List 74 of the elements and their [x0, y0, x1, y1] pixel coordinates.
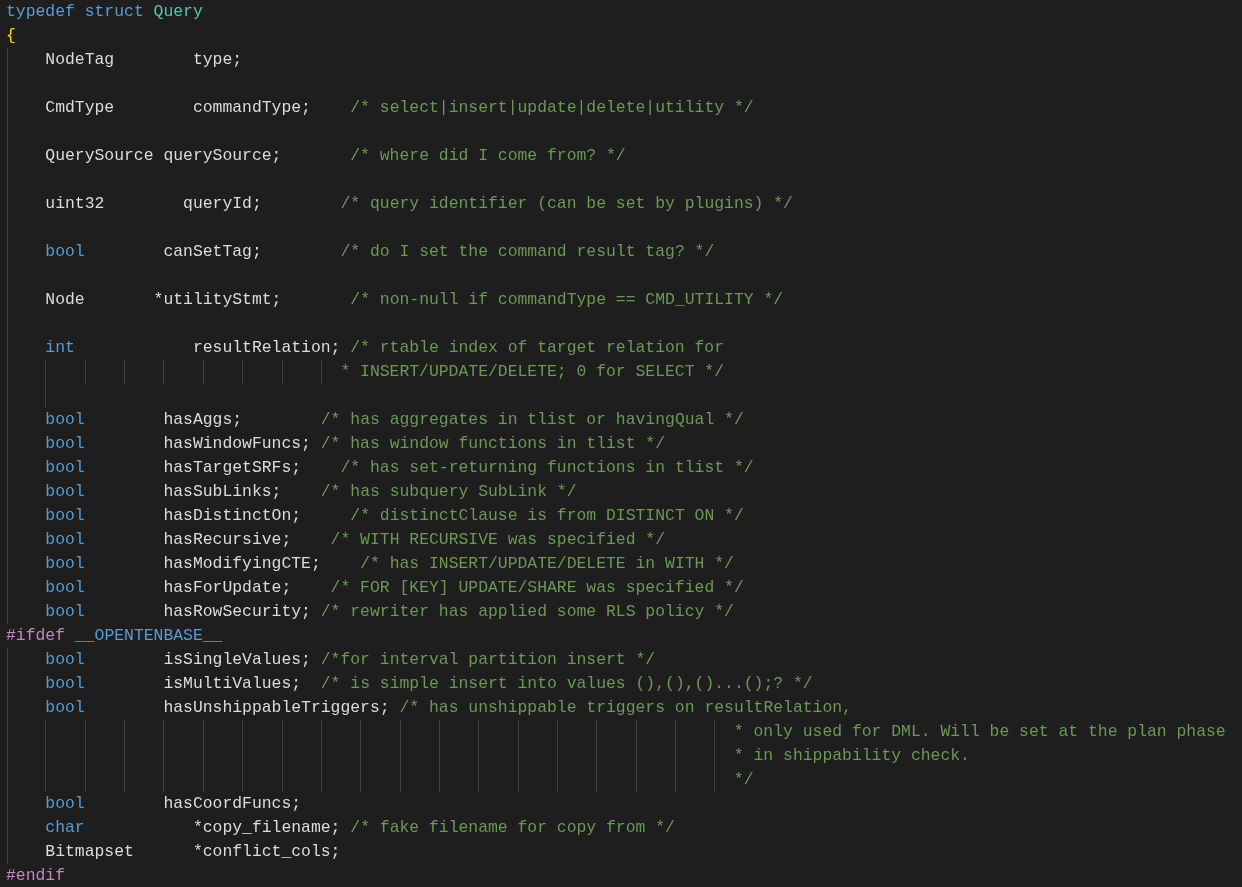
- code-comment: /* rewriter has applied some RLS policy */: [319, 602, 734, 621]
- type-name: Query: [152, 2, 203, 21]
- keyword: bool: [44, 242, 85, 261]
- identifier: queryId;: [182, 194, 262, 213]
- code-comment: /* do I set the command result tag? */: [339, 242, 715, 261]
- identifier: hasRowSecurity;: [162, 602, 311, 621]
- code-comment: /* has window functions in tlist */: [319, 434, 666, 453]
- keyword: bool: [44, 458, 85, 477]
- code-comment: /* distinctClause is from DISTINCT ON */: [349, 506, 744, 525]
- identifier: Bitmapset: [44, 842, 134, 861]
- identifier: hasTargetSRFs;: [162, 458, 302, 477]
- code-comment: * in shippability check.: [732, 746, 970, 765]
- keyword: bool: [44, 674, 85, 693]
- identifier: resultRelation;: [191, 338, 341, 357]
- code-comment: /* where did I come from? */: [349, 146, 626, 165]
- identifier: *copy_filename;: [191, 818, 341, 837]
- keyword: char: [44, 818, 85, 837]
- code-comment: */: [732, 770, 754, 789]
- identifier: hasUnshippableTriggers;: [162, 698, 390, 717]
- code-comment: * only used for DML. Will be set at the plan phase: [732, 722, 1226, 741]
- identifier: hasCoordFuncs;: [162, 794, 302, 813]
- code-comment: /* non-null if commandType == CMD_UTILITY */: [349, 290, 784, 309]
- identifier: hasWindowFuncs;: [162, 434, 311, 453]
- code-comment: /* has INSERT/UPDATE/DELETE in WITH */: [359, 554, 734, 573]
- identifier: querySource;: [162, 146, 282, 165]
- preprocessor-directive: #ifdef: [6, 626, 66, 645]
- code-comment: /* is simple insert into values (),(),()...();? */: [319, 674, 813, 693]
- keyword: bool: [44, 506, 85, 525]
- identifier: isMultiValues;: [162, 674, 302, 693]
- keyword: bool: [44, 410, 85, 429]
- keyword: bool: [44, 650, 85, 669]
- keyword: typedef: [6, 2, 75, 21]
- identifier: QuerySource: [44, 146, 154, 165]
- brace: {: [6, 26, 16, 45]
- identifier: hasAggs;: [162, 410, 243, 429]
- identifier: CmdType: [44, 98, 115, 117]
- code-comment: /* query identifier (can be set by plugins) */: [339, 194, 793, 213]
- code-comment: /* WITH RECURSIVE was specified */: [329, 530, 666, 549]
- code-comment: /* has unshippable triggers on resultRelation,: [398, 698, 852, 717]
- code-comment: /* has subquery SubLink */: [319, 482, 577, 501]
- code-comment: /* has aggregates in tlist or havingQual */: [319, 410, 744, 429]
- preprocessor-directive: #endif: [6, 866, 66, 885]
- identifier: uint32: [44, 194, 105, 213]
- keyword: bool: [44, 482, 85, 501]
- keyword: struct: [83, 2, 144, 21]
- code-comment: /* rtable index of target relation for: [349, 338, 725, 357]
- keyword: bool: [44, 530, 85, 549]
- code-comment: /* has set-returning functions in tlist */: [339, 458, 754, 477]
- identifier: *conflict_cols;: [191, 842, 341, 861]
- macro-name: __OPENTENBASE__: [73, 626, 223, 645]
- identifier: commandType;: [191, 98, 311, 117]
- identifier: hasRecursive;: [162, 530, 292, 549]
- keyword: bool: [44, 434, 85, 453]
- code-comment: * INSERT/UPDATE/DELETE; 0 for SELECT */: [339, 362, 725, 381]
- identifier: hasSubLinks;: [162, 482, 282, 501]
- keyword: bool: [44, 554, 85, 573]
- identifier: NodeTag: [44, 50, 115, 69]
- identifier: *utilityStmt;: [152, 290, 282, 309]
- code-comment: /*for interval partition insert */: [319, 650, 656, 669]
- identifier: isSingleValues;: [162, 650, 311, 669]
- keyword: bool: [44, 794, 85, 813]
- keyword: bool: [44, 698, 85, 717]
- keyword: bool: [44, 578, 85, 597]
- keyword: int: [44, 338, 75, 357]
- identifier: hasModifyingCTE;: [162, 554, 321, 573]
- code-comment: /* select|insert|update|delete|utility */: [349, 98, 754, 117]
- code-comment: /* fake filename for copy from */: [349, 818, 675, 837]
- code-comment: /* FOR [KEY] UPDATE/SHARE was specified */: [329, 578, 744, 597]
- identifier: canSetTag;: [162, 242, 262, 261]
- identifier: Node: [44, 290, 85, 309]
- identifier: hasDistinctOn;: [162, 506, 302, 525]
- keyword: bool: [44, 602, 85, 621]
- identifier: type;: [191, 50, 243, 69]
- identifier: hasForUpdate;: [162, 578, 292, 597]
